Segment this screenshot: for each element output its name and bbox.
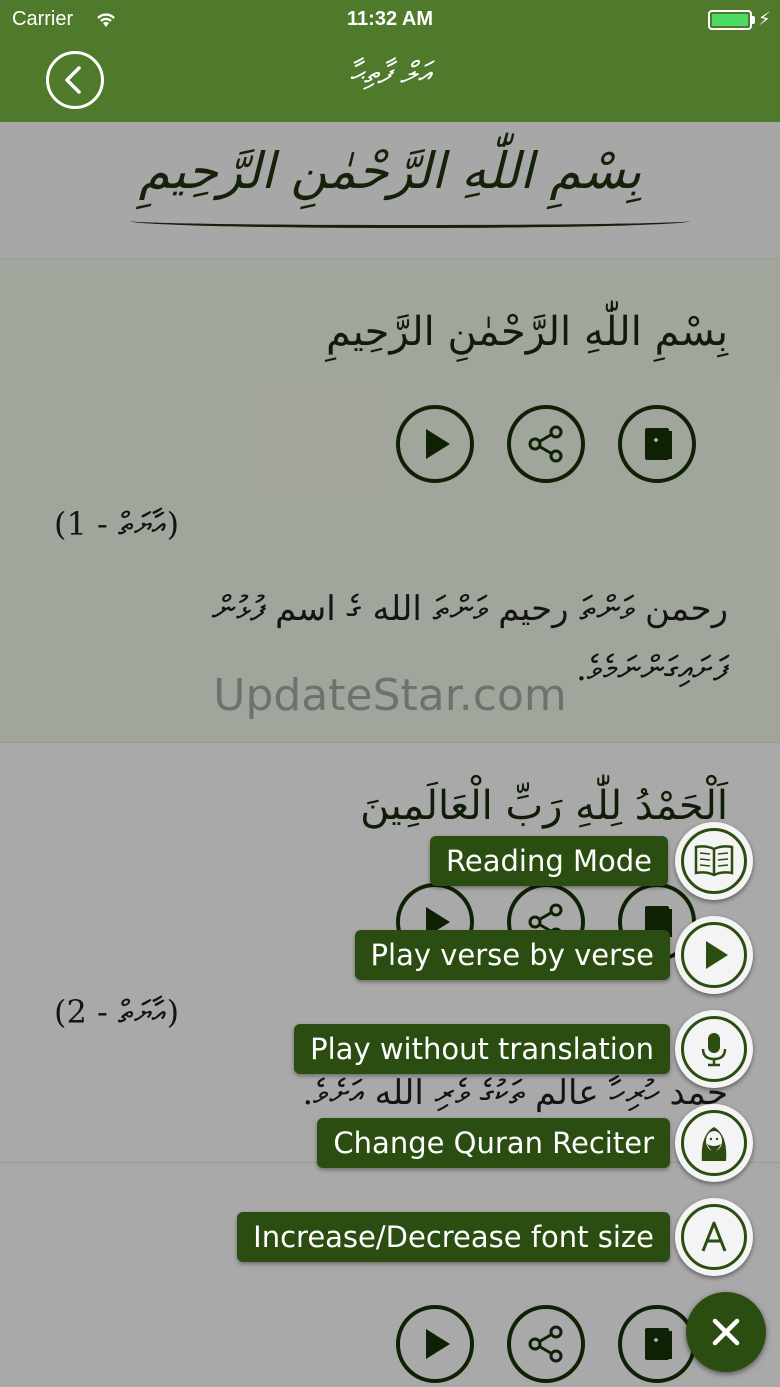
close-icon xyxy=(712,1318,740,1346)
status-bar: Carrier 11:32 AM ⚡ xyxy=(0,0,780,40)
page-title: އަލް ފާތިޙާ xyxy=(349,56,431,91)
reading-mode-label[interactable]: Reading Mode xyxy=(430,836,668,886)
font-size-button[interactable] xyxy=(675,1198,753,1276)
navigation-bar: އަލް ފާތިޙާ xyxy=(0,40,780,122)
close-menu-button[interactable] xyxy=(686,1292,766,1372)
menu-backdrop[interactable] xyxy=(0,122,780,1387)
battery-tip xyxy=(752,16,755,24)
microphone-icon xyxy=(701,1033,727,1067)
charging-icon: ⚡ xyxy=(758,9,771,30)
battery-icon xyxy=(708,10,752,30)
open-book-icon xyxy=(694,845,734,877)
letter-a-icon xyxy=(701,1221,727,1252)
play-without-translation-label[interactable]: Play without translation xyxy=(294,1024,670,1074)
play-icon xyxy=(706,941,728,969)
change-reciter-button[interactable] xyxy=(675,1104,753,1182)
status-time: 11:32 AM xyxy=(347,8,433,30)
reading-mode-button[interactable] xyxy=(675,822,753,900)
play-without-translation-button[interactable] xyxy=(675,1010,753,1088)
change-reciter-label[interactable]: Change Quran Reciter xyxy=(317,1118,670,1168)
font-size-label[interactable]: Increase/Decrease font size xyxy=(237,1212,670,1262)
play-verse-by-verse-label[interactable]: Play verse by verse xyxy=(354,930,670,980)
play-verse-by-verse-button[interactable] xyxy=(675,916,753,994)
reciter-icon xyxy=(701,1127,727,1161)
